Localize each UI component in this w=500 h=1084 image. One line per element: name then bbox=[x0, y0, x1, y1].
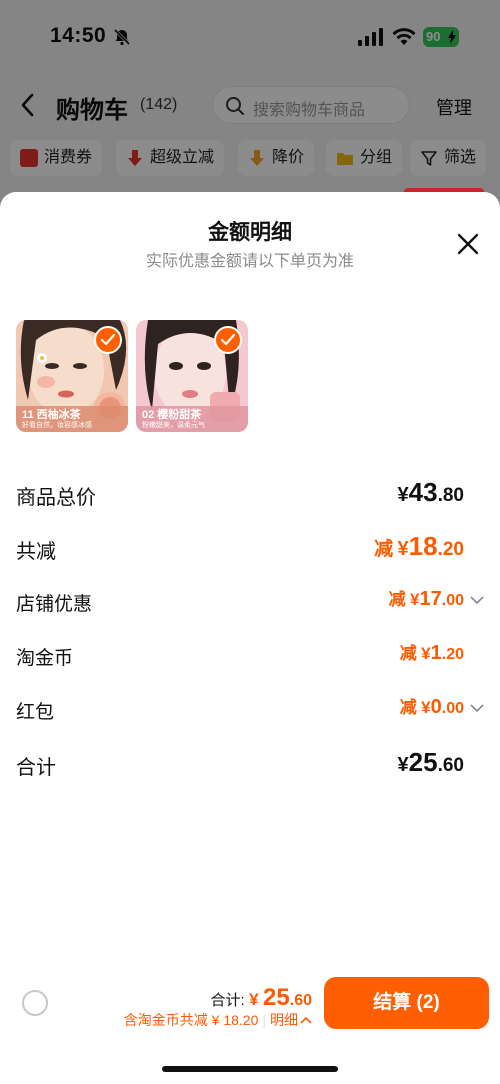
product-caption-sub: 好看自然，妆容感冰感 bbox=[22, 422, 92, 429]
checkmark-icon bbox=[221, 334, 235, 346]
product-thumbnail[interactable]: 11 西柚冰茶 好看自然，妆容感冰感 bbox=[16, 320, 128, 432]
currency-symbol: ¥ bbox=[410, 590, 420, 609]
savings-text: 含淘金币共减 ¥ 18.20 bbox=[123, 1012, 259, 1028]
row-label: 淘金币 bbox=[16, 648, 74, 669]
amount-decimal: .00 bbox=[441, 592, 464, 609]
row-label: 共减 bbox=[16, 541, 56, 563]
amount-decimal: .20 bbox=[437, 539, 464, 560]
close-icon[interactable] bbox=[456, 232, 480, 256]
selected-checkmark[interactable] bbox=[94, 326, 122, 354]
total-integer: 25 bbox=[263, 984, 290, 1011]
amount-integer: 43 bbox=[408, 477, 438, 507]
selected-products: 11 西柚冰茶 好看自然，妆容感冰感 02 樱粉甜茶 粉嫩甜美，温柔元气 bbox=[16, 320, 256, 432]
currency-symbol: ¥ bbox=[397, 484, 409, 506]
row-amount: ¥25.60 bbox=[398, 747, 464, 778]
row-label: 商品总价 bbox=[16, 487, 96, 509]
amount-integer: 1 bbox=[430, 642, 442, 664]
checkmark-icon bbox=[101, 334, 115, 346]
row-taojinbi: 淘金币 减 ¥1.20 bbox=[16, 639, 484, 679]
amount-decimal: .20 bbox=[441, 646, 464, 663]
amount-integer: 0 bbox=[430, 696, 442, 718]
divider: | bbox=[262, 1012, 266, 1028]
discount-prefix: 减 bbox=[399, 698, 417, 717]
checkout-bar: 合计: ¥ 25.60 含淘金币共减 ¥ 18.20 | 明细 结算 (2) bbox=[0, 968, 500, 1038]
amount-decimal: .00 bbox=[441, 700, 464, 717]
amount-decimal: .60 bbox=[437, 755, 464, 776]
product-caption-sub: 粉嫩甜美，温柔元气 bbox=[142, 422, 205, 429]
savings-summary: 含淘金币共减 ¥ 18.20 | 明细 bbox=[124, 1010, 312, 1030]
currency-symbol: ¥ bbox=[249, 990, 259, 1009]
home-indicator bbox=[162, 1066, 338, 1072]
total-label: 合计: bbox=[210, 992, 245, 1009]
discount-prefix: 减 bbox=[374, 539, 394, 560]
sheet-title: 金额明细 bbox=[208, 221, 292, 244]
row-label: 红包 bbox=[16, 702, 55, 723]
row-amount: 减 ¥18.20 bbox=[374, 531, 464, 562]
row-red-packet[interactable]: 红包 减 ¥0.00 bbox=[16, 693, 484, 733]
product-thumbnail[interactable]: 02 樱粉甜茶 粉嫩甜美，温柔元气 bbox=[136, 320, 248, 432]
row-label: 店铺优惠 bbox=[16, 594, 93, 615]
amount-integer: 18 bbox=[408, 531, 438, 561]
chevron-down-icon[interactable] bbox=[470, 703, 484, 713]
checkout-button[interactable]: 结算 (2) bbox=[324, 977, 489, 1029]
selected-checkmark[interactable] bbox=[214, 326, 242, 354]
total-decimal: .60 bbox=[289, 992, 312, 1009]
amount-integer: 17 bbox=[419, 588, 442, 610]
row-store-discount[interactable]: 店铺优惠 减 ¥17.00 bbox=[16, 585, 484, 625]
amount-integer: 25 bbox=[408, 747, 438, 777]
currency-symbol: ¥ bbox=[397, 754, 409, 776]
chevron-down-icon[interactable] bbox=[470, 595, 484, 605]
discount-prefix: 减 bbox=[399, 644, 417, 663]
currency-symbol: ¥ bbox=[421, 644, 431, 663]
row-amount: 减 ¥17.00 bbox=[389, 585, 464, 611]
amount-detail-sheet: 金额明细 实际优惠金额请以下单页为准 11 西柚冰茶 好看自然，妆容感冰感 02… bbox=[0, 192, 500, 1084]
select-all-radio[interactable] bbox=[22, 990, 48, 1016]
detail-toggle[interactable]: 明细 bbox=[270, 1012, 312, 1028]
row-amount: ¥43.80 bbox=[398, 477, 464, 508]
row-amount: 减 ¥0.00 bbox=[400, 693, 464, 719]
chevron-up-icon bbox=[300, 1016, 312, 1024]
row-amount: 减 ¥1.20 bbox=[400, 639, 464, 665]
currency-symbol: ¥ bbox=[421, 698, 431, 717]
currency-symbol: ¥ bbox=[397, 538, 409, 560]
sheet-subtitle: 实际优惠金额请以下单页为准 bbox=[145, 253, 354, 270]
row-total-discount: 共减 减 ¥18.20 bbox=[16, 531, 484, 571]
row-grand-total: 合计 ¥25.60 bbox=[16, 747, 484, 787]
amount-decimal: .80 bbox=[437, 485, 464, 506]
row-label: 合计 bbox=[16, 757, 56, 779]
total-price: 合计: ¥ 25.60 bbox=[211, 984, 313, 1012]
detail-label: 明细 bbox=[270, 1012, 298, 1028]
row-subtotal: 商品总价 ¥43.80 bbox=[16, 477, 484, 517]
discount-prefix: 减 bbox=[388, 590, 406, 609]
